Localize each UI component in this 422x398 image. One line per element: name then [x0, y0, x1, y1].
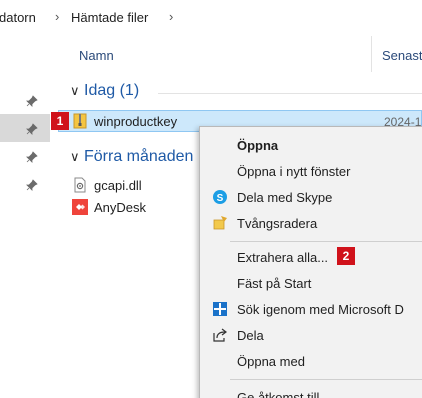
- menu-item-open[interactable]: Öppna: [200, 132, 422, 158]
- menu-item-label: Dela med Skype: [237, 190, 333, 205]
- menu-separator: [230, 379, 422, 380]
- step-badge-2: 2: [337, 247, 355, 265]
- menu-item-share-skype[interactable]: S Dela med Skype: [200, 184, 422, 210]
- group-divider: [158, 93, 422, 94]
- dll-file-icon: [74, 177, 86, 193]
- menu-item-label: Öppna i nytt fönster: [237, 164, 351, 179]
- file-name: gcapi.dll: [94, 177, 142, 193]
- file-item-anydesk[interactable]: AnyDesk: [72, 199, 146, 215]
- menu-item-scan-defender[interactable]: Sök igenom med Microsoft D: [200, 296, 422, 322]
- pin-icon: [26, 123, 38, 135]
- breadcrumb-separator-icon[interactable]: ›: [169, 9, 173, 24]
- breadcrumb-item-this-pc[interactable]: datorn: [0, 10, 36, 25]
- menu-item-force-delete[interactable]: Tvångsradera: [200, 210, 422, 236]
- file-item-gcapi[interactable]: gcapi.dll: [72, 177, 142, 193]
- breadcrumb-item-downloads[interactable]: Hämtade filer: [71, 10, 148, 25]
- menu-item-label: Sök igenom med Microsoft D: [237, 302, 404, 317]
- menu-item-label: Ge åtkomst till: [237, 390, 320, 398]
- menu-item-label: Öppna med: [237, 354, 305, 369]
- menu-item-extract-all[interactable]: Extrahera alla...: [200, 244, 422, 270]
- anydesk-icon: [72, 199, 88, 215]
- group-label: Idag (1): [84, 82, 140, 99]
- menu-item-label: Tvångsradera: [237, 216, 318, 231]
- menu-item-label: Fäst på Start: [237, 276, 312, 291]
- defender-icon: [213, 302, 227, 316]
- share-icon: [213, 328, 227, 342]
- skype-icon: S: [213, 190, 227, 204]
- svg-text:S: S: [217, 193, 224, 204]
- column-header-date[interactable]: Senast: [382, 48, 422, 63]
- group-label: Förra månaden: [84, 148, 194, 165]
- file-name: winproductkey: [94, 113, 178, 129]
- pin-icon: [26, 151, 38, 163]
- breadcrumb-separator-icon[interactable]: ›: [55, 9, 59, 24]
- menu-separator: [230, 241, 422, 242]
- zip-folder-icon: [73, 113, 87, 129]
- context-menu: Öppna Öppna i nytt fönster S Dela med Sk…: [199, 126, 422, 398]
- nav-item-selected[interactable]: [0, 114, 50, 142]
- file-name: AnyDesk: [94, 199, 147, 215]
- group-header-last-month[interactable]: ∨ Förra månaden: [70, 148, 193, 166]
- menu-item-label: Extrahera alla...: [237, 250, 329, 265]
- step-badge-1: 1: [51, 112, 69, 130]
- breadcrumb: datorn › Hämtade filer ›: [0, 0, 422, 34]
- pin-icon: [26, 179, 38, 191]
- menu-item-label: Dela: [237, 328, 264, 343]
- menu-item-pin-to-start[interactable]: Fäst på Start: [200, 270, 422, 296]
- pin-icon: [26, 95, 38, 107]
- menu-item-open-with[interactable]: Öppna med: [200, 348, 422, 374]
- menu-item-label: Öppna: [237, 138, 279, 153]
- chevron-down-icon: ∨: [70, 83, 80, 98]
- file-item-winproductkey[interactable]: winproductkey: [72, 113, 177, 129]
- force-delete-icon: [213, 216, 227, 230]
- menu-item-open-new-window[interactable]: Öppna i nytt fönster: [200, 158, 422, 184]
- column-divider[interactable]: [371, 36, 372, 72]
- menu-item-share[interactable]: Dela: [200, 322, 422, 348]
- group-header-today[interactable]: ∨ Idag (1): [70, 82, 139, 100]
- chevron-down-icon: ∨: [70, 149, 80, 164]
- column-header-name[interactable]: Namn: [79, 48, 114, 63]
- menu-item-give-access[interactable]: Ge åtkomst till: [200, 384, 422, 398]
